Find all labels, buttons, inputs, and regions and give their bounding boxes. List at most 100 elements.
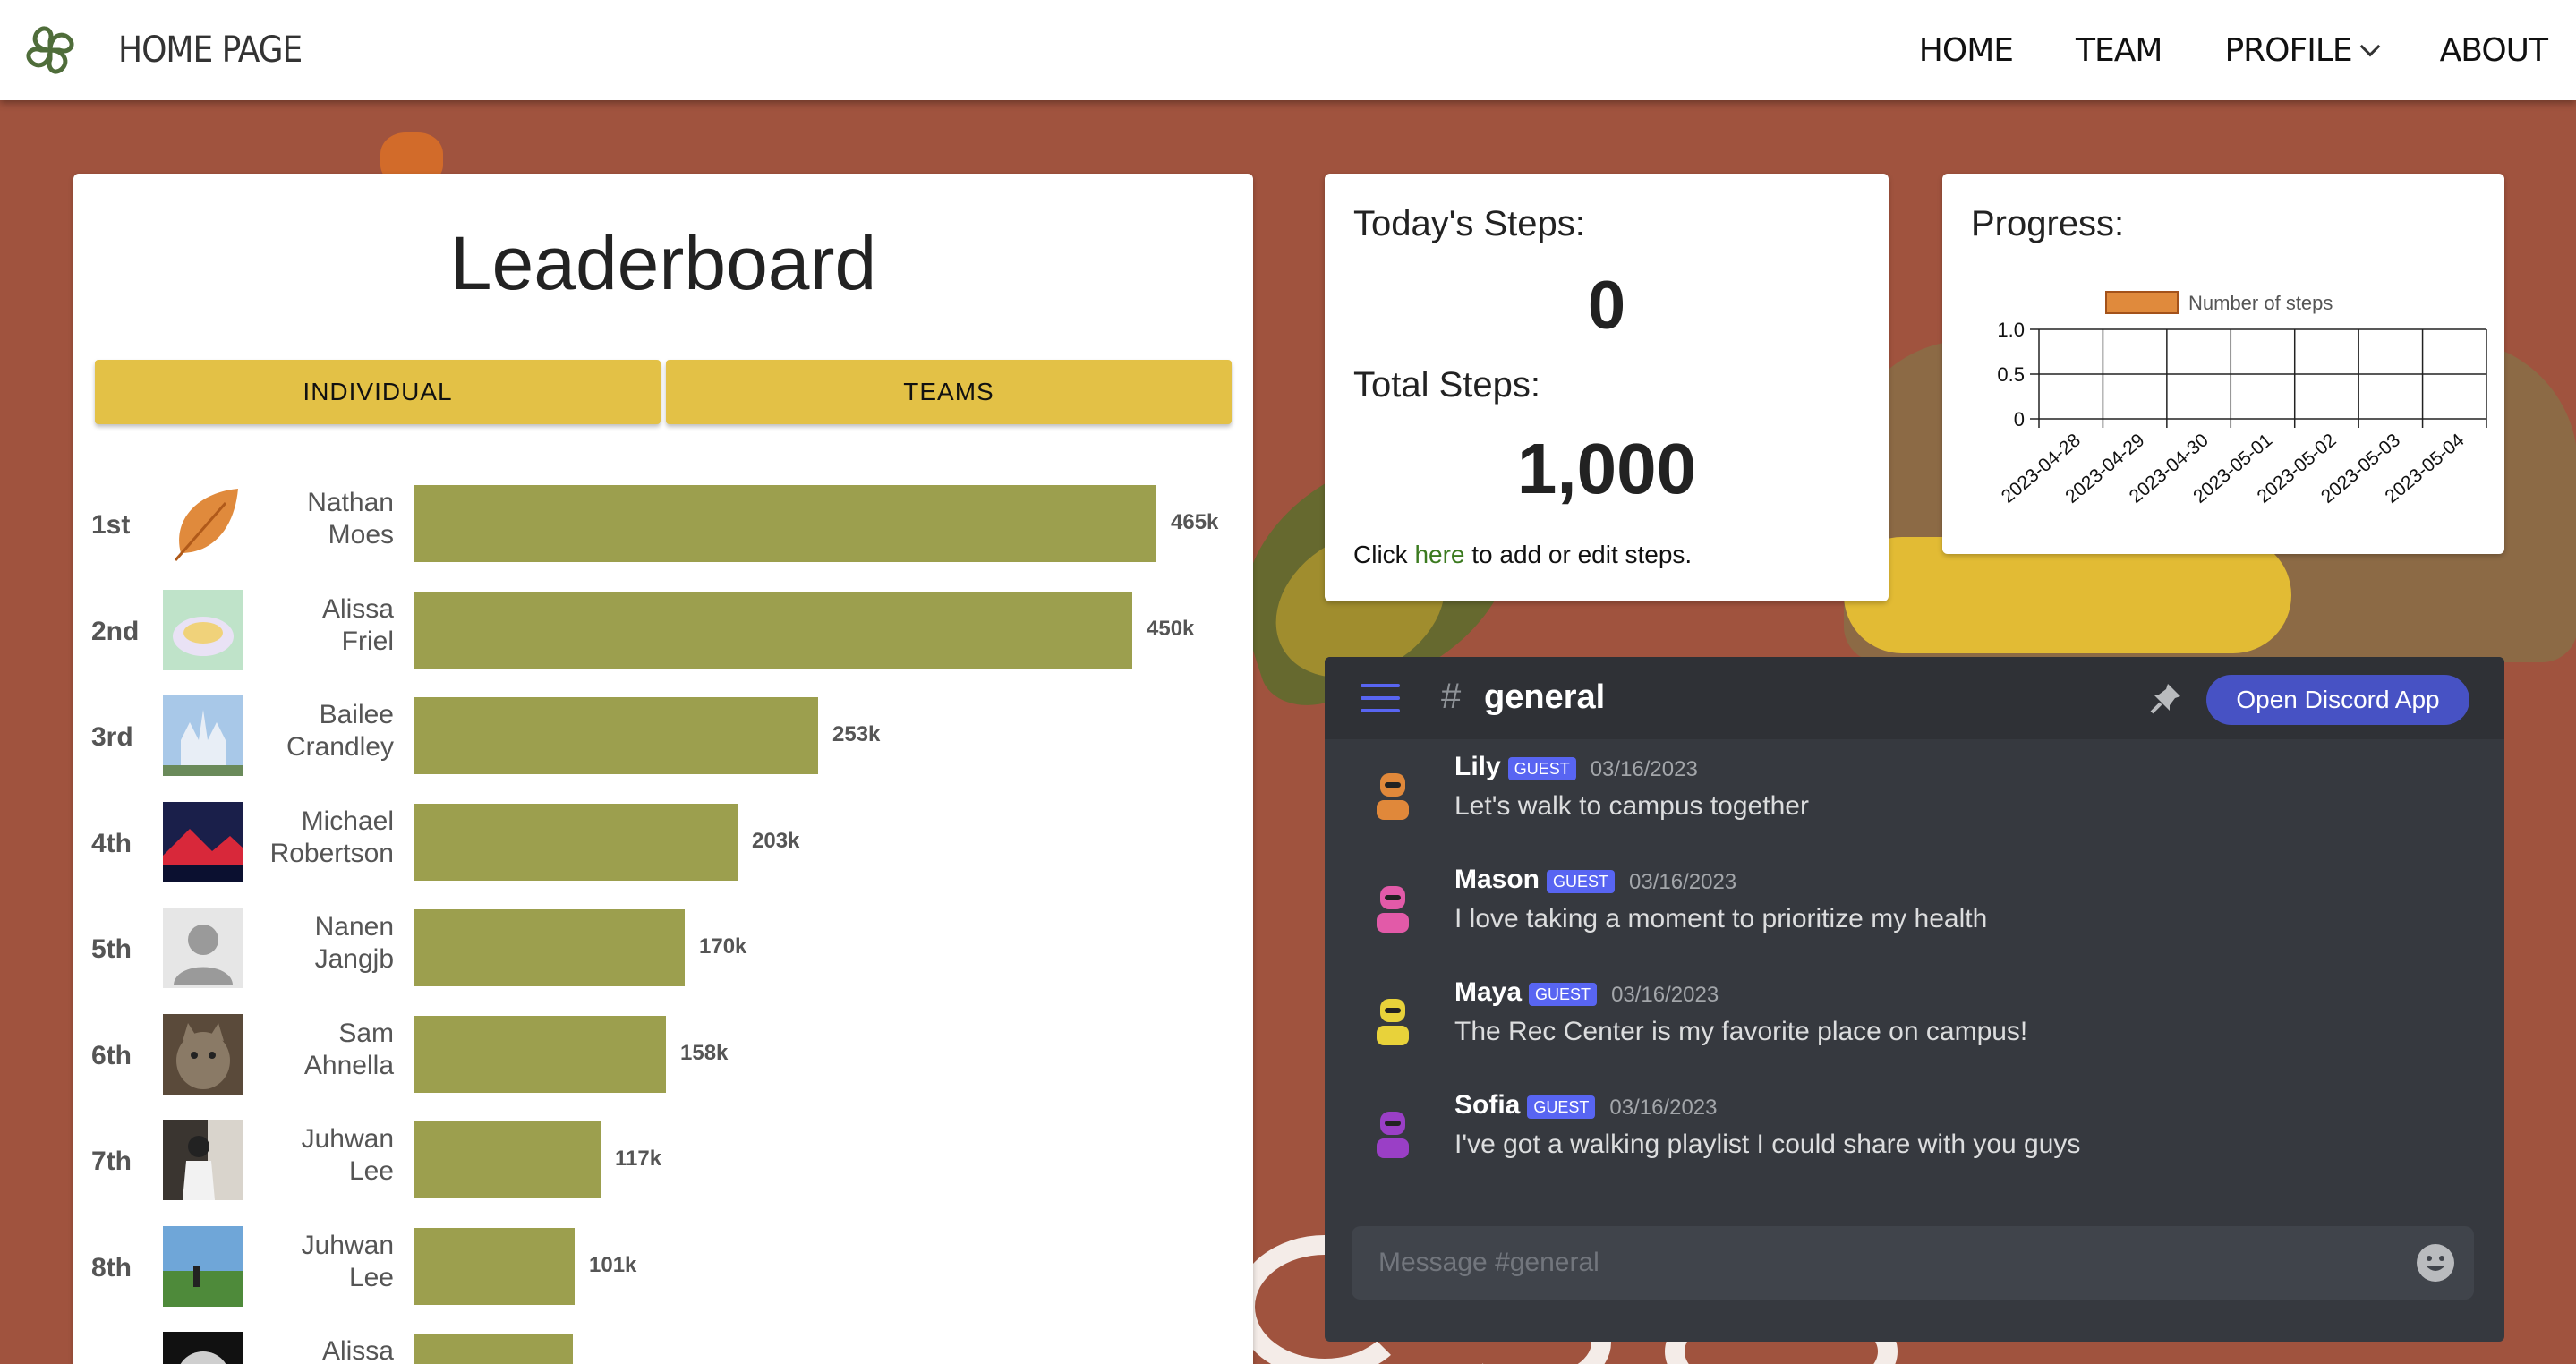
message-text: I've got a walking playlist I could shar… bbox=[1454, 1130, 2081, 1159]
first-name: Juhwan bbox=[301, 1124, 394, 1154]
user-name: Alissa Friel bbox=[252, 593, 394, 658]
first-name: Alissa bbox=[321, 593, 394, 624]
steps-value-label: 450k bbox=[1147, 616, 1195, 641]
message-author[interactable]: Mason bbox=[1454, 865, 1540, 895]
first-name: Nathan bbox=[307, 488, 394, 517]
y-tick-label: 0 bbox=[2014, 408, 2025, 431]
progress-card: Progress: Number of steps 1.0 0.5 0 2023-04-… bbox=[1942, 174, 2504, 554]
leaderboard-card: Leaderboard INDIVIDUAL TEAMS 1st Nathan Mo… bbox=[73, 174, 1253, 1364]
tab-individual[interactable]: INDIVIDUAL bbox=[95, 360, 661, 424]
message-author[interactable]: Sofia bbox=[1454, 1090, 1520, 1121]
pin-icon[interactable] bbox=[2148, 680, 2184, 716]
message-text: The Rec Center is my favorite place on c… bbox=[1454, 1017, 2028, 1046]
hash-icon: # bbox=[1441, 677, 1462, 716]
steps-bar bbox=[414, 909, 685, 986]
user-name: Nanen Jangjb bbox=[252, 911, 394, 976]
rank-label: 3rd bbox=[91, 722, 133, 752]
navbar: HOME PAGE HOME TEAM PROFILE ABOUT bbox=[0, 0, 2576, 100]
menu-icon[interactable] bbox=[1361, 684, 1400, 712]
steps-value-label: 203k bbox=[752, 828, 800, 853]
leaderboard-row: 5th Nanen Jangjb 170k bbox=[73, 908, 1253, 988]
steps-bar bbox=[414, 697, 818, 774]
last-name: Robertson bbox=[269, 838, 394, 868]
user-name: Bailee Crandley bbox=[252, 699, 394, 763]
avatar bbox=[163, 1120, 243, 1200]
steps-value-label: 101k bbox=[589, 1252, 637, 1277]
first-name: Michael bbox=[301, 806, 394, 836]
chat-message: Lily GUEST 03/16/2023 Let's walk to campus … bbox=[1325, 746, 2504, 845]
chat-message: Mason GUEST 03/16/2023 I love taking a mome… bbox=[1325, 859, 2504, 958]
background-decoration bbox=[1844, 537, 2291, 653]
user-name: Juhwan Lee bbox=[252, 1123, 394, 1188]
chat-message: Sofia GUEST 03/16/2023 I've got a walking p… bbox=[1325, 1085, 2504, 1183]
avatar bbox=[163, 695, 243, 776]
bot-avatar-icon bbox=[1377, 886, 1409, 933]
total-steps-label: Total Steps: bbox=[1353, 365, 1541, 405]
leaderboard-row: 8th Juhwan Lee 101k bbox=[73, 1225, 1253, 1307]
user-name: Alissa bbox=[252, 1335, 394, 1364]
message-text: I love taking a moment to prioritize my … bbox=[1454, 904, 1988, 933]
guest-badge: GUEST bbox=[1529, 983, 1598, 1006]
steps-bar bbox=[414, 591, 1132, 669]
nav-about[interactable]: ABOUT bbox=[2440, 32, 2548, 69]
avatar bbox=[163, 1332, 243, 1364]
edit-steps-text: Click here to add or edit steps. bbox=[1353, 541, 1692, 569]
channel-name: general bbox=[1484, 678, 1606, 716]
last-name: Friel bbox=[341, 626, 394, 656]
steps-bar bbox=[414, 1015, 666, 1093]
nav-profile[interactable]: PROFILE bbox=[2224, 31, 2380, 69]
message-input[interactable] bbox=[1378, 1226, 2363, 1300]
avatar bbox=[163, 589, 243, 670]
progress-chart: Number of steps1.00.502023-04-282023-04-… bbox=[1997, 291, 2487, 507]
rank-label: 8th bbox=[91, 1252, 132, 1283]
logo-icon[interactable] bbox=[18, 18, 82, 82]
steps-value-label: 465k bbox=[1171, 510, 1219, 534]
avatar bbox=[163, 483, 243, 564]
bot-avatar-icon bbox=[1377, 1112, 1409, 1158]
leaderboard-row: 4th Michael Robertson 203k bbox=[73, 801, 1253, 882]
first-name: Juhwan bbox=[301, 1230, 394, 1260]
message-date: 03/16/2023 bbox=[1629, 870, 1737, 894]
user-name: Michael Robertson bbox=[252, 806, 394, 870]
leaderboard-row: 1st Nathan Moes 465k bbox=[73, 483, 1253, 564]
emoji-icon[interactable] bbox=[2415, 1242, 2456, 1283]
chevron-down-icon bbox=[2359, 36, 2380, 57]
last-name: Jangjb bbox=[314, 944, 394, 974]
rank-label: 6th bbox=[91, 1040, 132, 1070]
edit-steps-link[interactable]: here bbox=[1414, 541, 1464, 568]
nav-links: HOME TEAM PROFILE ABOUT bbox=[1919, 0, 2548, 100]
y-tick-label: 0.5 bbox=[1997, 363, 2025, 386]
rank-label: 7th bbox=[91, 1147, 132, 1176]
user-name: Sam Ahnella bbox=[252, 1018, 394, 1082]
edit-steps-prefix: Click bbox=[1353, 541, 1415, 568]
user-name: Juhwan Lee bbox=[252, 1230, 394, 1294]
todays-steps-label: Today's Steps: bbox=[1353, 204, 1585, 243]
total-steps-value: 1,000 bbox=[1516, 429, 1697, 508]
edit-steps-suffix: to add or edit steps. bbox=[1464, 541, 1693, 568]
chat-message: Maya GUEST 03/16/2023 The Rec Center is my … bbox=[1325, 972, 2504, 1070]
steps-bar bbox=[414, 803, 738, 881]
legend-label: Number of steps bbox=[2188, 292, 2333, 314]
steps-value-label: 253k bbox=[832, 722, 881, 746]
leaderboard-row: 7th Juhwan Lee 117k bbox=[73, 1120, 1253, 1200]
first-name: Alissa bbox=[321, 1336, 394, 1364]
guest-badge: GUEST bbox=[1547, 870, 1616, 893]
nav-team[interactable]: TEAM bbox=[2076, 32, 2162, 69]
brand-title[interactable]: HOME PAGE bbox=[118, 30, 303, 71]
user-name: Nathan Moes bbox=[252, 487, 394, 551]
tab-teams[interactable]: TEAMS bbox=[666, 360, 1232, 424]
open-discord-button[interactable]: Open Discord App bbox=[2206, 675, 2469, 725]
nav-home[interactable]: HOME bbox=[1919, 32, 2014, 69]
last-name: Lee bbox=[348, 1262, 394, 1292]
steps-bar bbox=[414, 1227, 575, 1305]
rank-label: 2nd bbox=[91, 616, 140, 646]
message-author[interactable]: Lily bbox=[1454, 752, 1501, 782]
guest-badge: GUEST bbox=[1527, 1095, 1596, 1119]
last-name: Ahnella bbox=[303, 1050, 394, 1080]
bot-avatar-icon bbox=[1377, 999, 1409, 1045]
steps-card: Today's Steps: 0 Total Steps: 1,000 Clic… bbox=[1325, 174, 1889, 601]
first-name: Bailee bbox=[319, 700, 394, 729]
steps-bar bbox=[414, 485, 1156, 562]
message-author[interactable]: Maya bbox=[1454, 977, 1522, 1008]
nav-profile-label: PROFILE bbox=[2224, 31, 2352, 69]
